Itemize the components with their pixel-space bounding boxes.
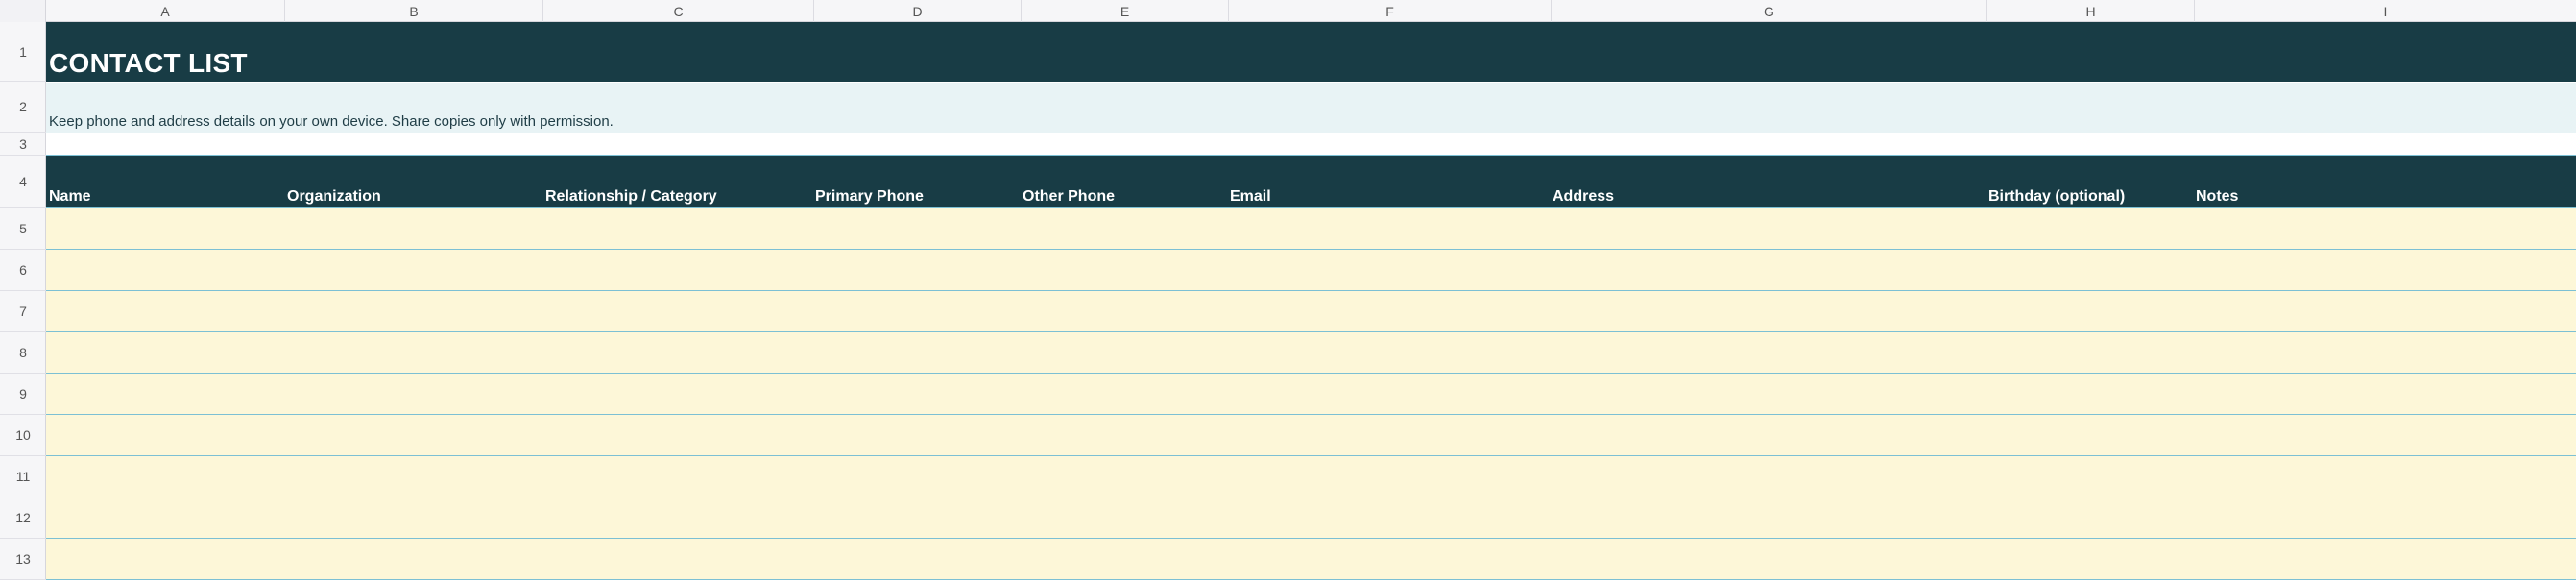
privacy-note: Keep phone and address details on your o… xyxy=(49,113,614,130)
table-row[interactable] xyxy=(46,456,2576,497)
row-header-10[interactable]: 10 xyxy=(0,415,46,456)
table-row[interactable] xyxy=(46,332,2576,374)
note-row[interactable]: Keep phone and address details on your o… xyxy=(46,82,2576,133)
row-header-bar: 1 2 3 4 5 6 7 8 9 10 11 12 13 xyxy=(0,22,46,580)
header-address[interactable]: Address xyxy=(1553,188,1614,206)
row-header-6[interactable]: 6 xyxy=(0,250,46,291)
table-row[interactable] xyxy=(46,250,2576,291)
column-header-h[interactable]: H xyxy=(1987,0,2195,22)
row-header-12[interactable]: 12 xyxy=(0,497,46,539)
header-primary-phone[interactable]: Primary Phone xyxy=(815,188,924,206)
header-organization[interactable]: Organization xyxy=(287,188,381,206)
column-header-b[interactable]: B xyxy=(285,0,543,22)
column-header-a[interactable]: A xyxy=(46,0,285,22)
table-row[interactable] xyxy=(46,374,2576,415)
header-notes[interactable]: Notes xyxy=(2196,188,2238,206)
header-relationship-category[interactable]: Relationship / Category xyxy=(545,188,717,206)
table-row[interactable] xyxy=(46,291,2576,332)
header-email[interactable]: Email xyxy=(1230,188,1271,206)
header-birthday[interactable]: Birthday (optional) xyxy=(1988,188,2125,206)
column-header-e[interactable]: E xyxy=(1022,0,1229,22)
title-row[interactable]: CONTACT LIST xyxy=(46,22,2576,82)
row-header-4[interactable]: 4 xyxy=(0,156,46,208)
select-all-corner[interactable] xyxy=(0,0,46,22)
column-header-i[interactable]: I xyxy=(2195,0,2576,22)
column-header-c[interactable]: C xyxy=(543,0,814,22)
spacer-row[interactable] xyxy=(46,133,2576,156)
row-header-2[interactable]: 2 xyxy=(0,82,46,133)
table-row[interactable] xyxy=(46,497,2576,539)
header-name[interactable]: Name xyxy=(49,188,91,206)
row-header-8[interactable]: 8 xyxy=(0,332,46,374)
cell-grid: CONTACT LIST Keep phone and address deta… xyxy=(46,22,2576,580)
table-header-row[interactable]: Name Organization Relationship / Categor… xyxy=(46,156,2576,208)
row-header-3[interactable]: 3 xyxy=(0,133,46,156)
row-header-7[interactable]: 7 xyxy=(0,291,46,332)
row-header-1[interactable]: 1 xyxy=(0,22,46,82)
header-other-phone[interactable]: Other Phone xyxy=(1023,188,1115,206)
table-row[interactable] xyxy=(46,539,2576,580)
column-header-g[interactable]: G xyxy=(1552,0,1987,22)
column-header-d[interactable]: D xyxy=(814,0,1022,22)
spreadsheet: A B C D E F G H I 1 2 3 4 5 6 7 8 9 10 1… xyxy=(0,0,2576,582)
column-header-f[interactable]: F xyxy=(1229,0,1552,22)
row-header-13[interactable]: 13 xyxy=(0,539,46,580)
row-header-5[interactable]: 5 xyxy=(0,208,46,250)
column-header-bar: A B C D E F G H I xyxy=(0,0,2576,22)
table-row[interactable] xyxy=(46,208,2576,250)
table-row[interactable] xyxy=(46,415,2576,456)
row-header-9[interactable]: 9 xyxy=(0,374,46,415)
row-header-11[interactable]: 11 xyxy=(0,456,46,497)
sheet-title: CONTACT LIST xyxy=(49,48,248,78)
